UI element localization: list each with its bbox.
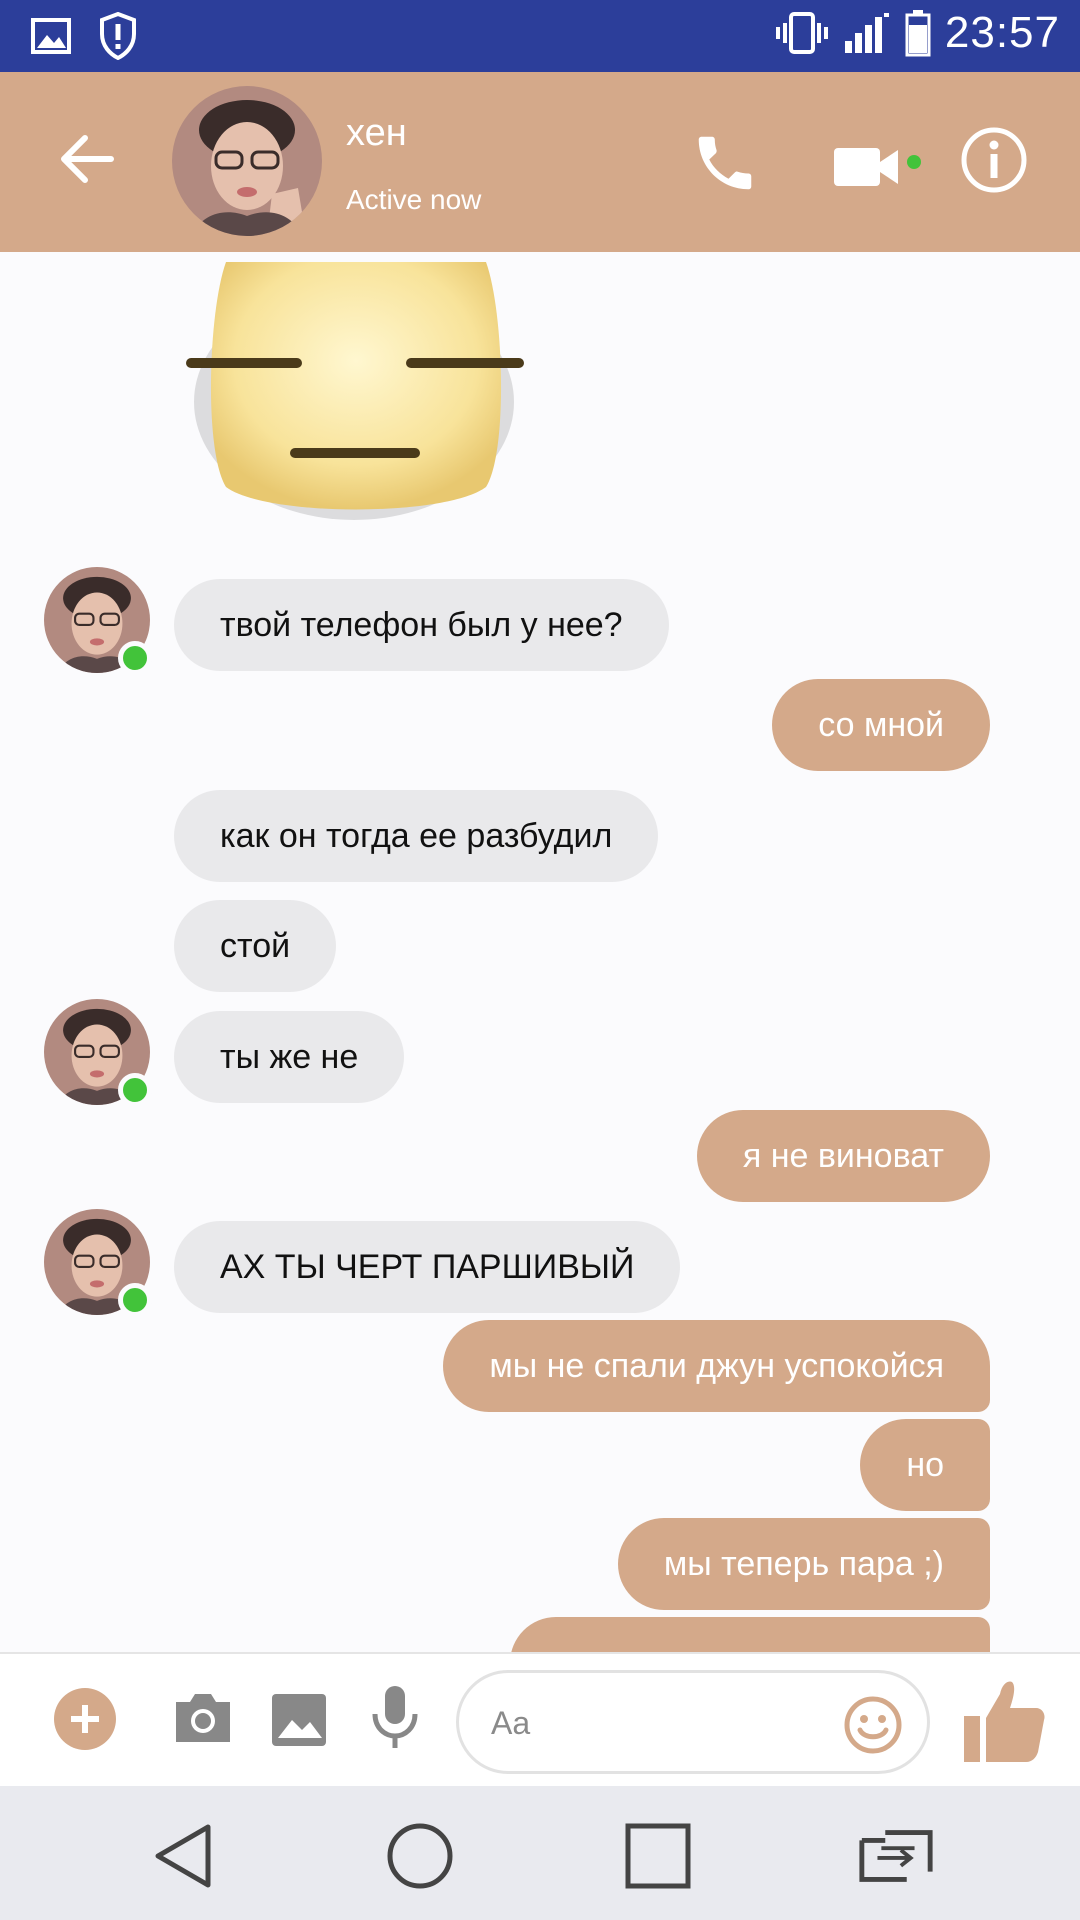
video-camera-icon [834, 148, 921, 186]
system-navigation-bar [0, 1786, 1080, 1920]
avatar-photo [172, 86, 322, 236]
contact-status: Active now [346, 184, 482, 215]
message-input[interactable] [491, 1697, 831, 1749]
signal-icon [844, 13, 889, 53]
conversation-header: хен Active now [0, 72, 1080, 252]
info-button[interactable] [958, 124, 1030, 196]
outgoing-message[interactable]: мы теперь пара ;) [617, 1518, 990, 1610]
nav-recents-button[interactable] [618, 1820, 698, 1892]
message-field [456, 1670, 930, 1774]
nav-switch-apps-button[interactable] [856, 1820, 936, 1892]
online-indicator [118, 641, 152, 675]
emoji-button[interactable] [843, 1695, 903, 1755]
battery-icon [905, 10, 931, 57]
incoming-message[interactable]: как он тогда ее разбудил [174, 790, 659, 882]
nav-back-button[interactable] [142, 1820, 222, 1892]
outgoing-message[interactable]: со мной [772, 679, 990, 771]
info-icon [961, 127, 1027, 193]
outgoing-message[interactable]: я не виноват [696, 1110, 990, 1202]
plus-icon [71, 1705, 99, 1733]
contact-mini-avatar[interactable] [44, 567, 152, 675]
more-actions-button[interactable] [54, 1688, 116, 1750]
voice-call-button[interactable] [690, 128, 770, 208]
contact-avatar[interactable] [172, 86, 322, 236]
back-button[interactable] [52, 124, 122, 194]
video-call-button[interactable] [830, 132, 926, 202]
contact-mini-avatar[interactable] [44, 999, 152, 1107]
vibrate-icon [775, 12, 828, 54]
online-indicator [118, 1073, 152, 1107]
like-button[interactable] [956, 1672, 1052, 1768]
camera-icon [176, 1694, 230, 1742]
back-arrow-icon [61, 135, 114, 183]
switch-apps-icon [859, 1830, 933, 1882]
outgoing-message[interactable]: мы не спали джун успокойся [443, 1320, 990, 1412]
camera-button[interactable] [172, 1690, 234, 1746]
message-list[interactable]: твой телефон был у нее? со мной как он т… [0, 252, 1080, 1652]
gallery-icon [272, 1694, 326, 1746]
nav-home-button[interactable] [380, 1820, 460, 1892]
contact-name: хен [346, 112, 407, 154]
outgoing-message[interactable]: но [860, 1419, 990, 1511]
square-recents-icon [625, 1823, 691, 1889]
voice-message-button[interactable] [370, 1684, 420, 1752]
triangle-back-icon [155, 1824, 211, 1888]
gallery-button[interactable] [270, 1692, 328, 1748]
message-composer [0, 1652, 1080, 1786]
circle-home-icon [387, 1823, 453, 1889]
expressionless-face-sticker[interactable] [186, 252, 526, 532]
gallery-notification-icon [31, 18, 71, 54]
status-bar: 23:57 [0, 0, 1080, 72]
clock: 23:57 [944, 8, 1060, 57]
shield-alert-icon [100, 12, 136, 60]
contact-mini-avatar[interactable] [44, 1209, 152, 1317]
microphone-icon [372, 1686, 418, 1748]
phone-icon [698, 136, 752, 190]
emoji-icon [844, 1696, 902, 1754]
online-indicator [118, 1283, 152, 1317]
outgoing-message-partial[interactable] [510, 1617, 990, 1652]
incoming-message[interactable]: твой телефон был у нее? [174, 579, 669, 671]
thumbs-up-icon [964, 1681, 1045, 1762]
incoming-message[interactable]: АХ ТЫ ЧЕРТ ПАРШИВЫЙ [174, 1221, 681, 1313]
incoming-message[interactable]: ты же не [174, 1011, 405, 1103]
incoming-message[interactable]: стой [174, 900, 337, 992]
